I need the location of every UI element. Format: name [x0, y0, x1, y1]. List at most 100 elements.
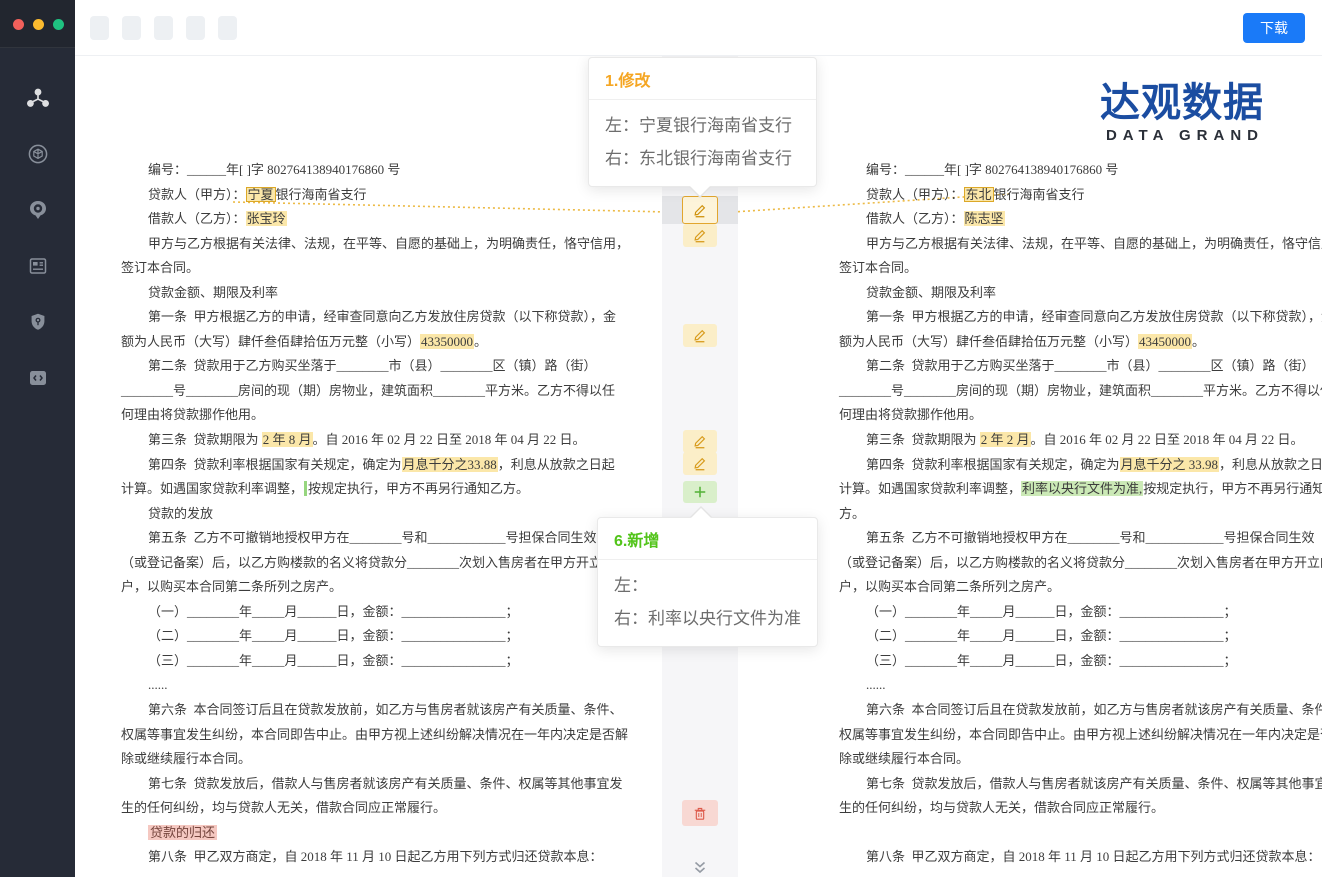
doc-line: 第四条 贷款利率根据国家有关规定，确定为月息千分之33.88，利息从放款之日起 — [121, 453, 591, 478]
toolbar-icon-placeholder[interactable] — [186, 16, 205, 40]
traffic-light-minimize-icon[interactable] — [33, 19, 44, 30]
doc-line: 第七条 贷款发放后，借款人与售房者就该房产有关质量、条件、权属等其他事宜发 — [121, 772, 591, 797]
doc-line: （三）________年_____月______日，金额：___________… — [839, 649, 1309, 674]
contract-right: 编号：______年[ ]字 802764138940176860 号贷款人（甲… — [839, 158, 1309, 870]
modified-text-highlight: 陈志坚 — [964, 211, 1005, 226]
doc-line: 何理由将贷款挪作他用。 — [121, 403, 591, 428]
deleted-text-highlight: 贷款的归还 — [148, 825, 217, 840]
doc-line: ________号________房间的现（期）房物业，建筑面积________… — [121, 379, 591, 404]
doc-line: 第五条 乙方不可撤销地授权甲方在________号和____________号担… — [121, 526, 591, 551]
doc-line: 第二条 贷款用于乙方购买坐落于________市（县）________区（镇）路… — [839, 354, 1309, 379]
sidebar-item-code-sdk[interactable] — [0, 350, 75, 406]
doc-line: 签订本合同。 — [839, 256, 1309, 281]
doc-line: 第三条 贷款期限为 2 年 2 月。自 2016 年 02 月 22 日至 20… — [839, 428, 1309, 453]
doc-line: 贷款金额、期限及利率 — [839, 281, 1309, 306]
doc-line: ...... — [839, 673, 1309, 698]
doc-line: 借款人（乙方）：陈志坚 — [839, 207, 1309, 232]
doc-line: 第一条 甲方根据乙方的申请，经审查同意向乙方发放住房贷款（以下称贷款），金 — [839, 305, 1309, 330]
doc-line: 除或继续履行本合同。 — [839, 747, 1309, 772]
doc-line: 贷款人（甲方）：东北银行海南省支行 — [839, 183, 1309, 208]
topbar: 下载 — [75, 0, 1322, 56]
code-sdk-icon — [26, 366, 50, 390]
doc-line: 生的任何纠纷，均与贷款人无关，借款合同应正常履行。 — [121, 796, 591, 821]
sidebar-item-camera-pin[interactable] — [0, 182, 75, 238]
doc-line: （一）________年_____月______日，金额：___________… — [839, 600, 1309, 625]
added-text-highlight: 利率以央行文件为准, — [1021, 481, 1143, 496]
scroll-more-icon[interactable] — [689, 858, 711, 876]
traffic-light-close-icon[interactable] — [13, 19, 24, 30]
edit-diff-marker[interactable] — [683, 224, 717, 247]
modified-text-highlight: 东北 — [964, 187, 994, 202]
toolbar-placeholders — [90, 16, 237, 40]
doc-line: 签订本合同。 — [121, 256, 591, 281]
contract-left: 编号：______年[ ]字 802764138940176860 号贷款人（甲… — [121, 158, 591, 870]
brand-logo-cn: 达观数据 — [1096, 82, 1268, 124]
add-tooltip: 6.新增 左： 右：利率以央行文件为准 — [597, 517, 818, 647]
traffic-light-zoom-icon[interactable] — [53, 19, 64, 30]
insert-caret-marker — [304, 481, 307, 496]
doc-line: 第六条 本合同签订后且在贷款发放前，如乙方与售房者就该房产有关质量、条件、 — [121, 698, 591, 723]
document-layout-icon — [26, 254, 50, 278]
modified-text-highlight: 张宝玲 — [246, 211, 287, 226]
doc-line: 方。 — [839, 502, 1309, 527]
sidebar-item-network-graph[interactable] — [0, 70, 75, 126]
doc-line: 贷款金额、期限及利率 — [121, 281, 591, 306]
doc-line: 贷款人（甲方）：宁夏银行海南省支行 — [121, 183, 591, 208]
delete-diff-marker[interactable] — [682, 800, 718, 826]
doc-line: 第一条 甲方根据乙方的申请，经审查同意向乙方发放住房贷款（以下称贷款），金 — [121, 305, 591, 330]
modified-text-highlight: 宁夏 — [246, 187, 276, 202]
doc-line: （一）________年_____月______日，金额：___________… — [121, 600, 591, 625]
toolbar-icon-placeholder[interactable] — [218, 16, 237, 40]
edit-diff-marker[interactable] — [683, 430, 717, 453]
edit-diff-marker[interactable] — [683, 452, 717, 475]
doc-line: （二）________年_____月______日，金额：___________… — [121, 624, 591, 649]
doc-line: 第八条 甲乙双方商定，自 2018 年 11 月 10 日起乙方用下列方式归还贷… — [839, 845, 1309, 870]
doc-line: （或登记备案）后，以乙方购楼款的名义将贷款分________次划入售房者在甲方开… — [121, 551, 591, 576]
modify-tooltip: 1.修改 左：宁夏银行海南省支行 右：东北银行海南省支行 — [588, 57, 817, 187]
toolbar-icon-placeholder[interactable] — [90, 16, 109, 40]
modified-text-highlight: 43450000 — [1138, 334, 1192, 349]
modified-text-highlight: 2 年 2 月 — [980, 432, 1031, 447]
doc-line: 除或继续履行本合同。 — [121, 747, 591, 772]
doc-line: 户，以购买本合同第二条所列之房产。 — [121, 575, 591, 600]
doc-line: 编号：______年[ ]字 802764138940176860 号 — [121, 158, 591, 183]
doc-line: 第二条 贷款用于乙方购买坐落于________市（县）________区（镇）路… — [121, 354, 591, 379]
doc-line: 借款人（乙方）：张宝玲 — [121, 207, 591, 232]
brand-logo: 达观数据 DATA GRAND — [1096, 82, 1268, 144]
doc-line: 贷款的归还 — [121, 821, 591, 846]
modified-text-highlight: 43350000 — [420, 334, 474, 349]
doc-line: 第五条 乙方不可撤销地授权甲方在________号和____________号担… — [839, 526, 1309, 551]
doc-line: 额为人民币（大写）肆仟叁佰肆拾伍万元整（小写）43450000。 — [839, 330, 1309, 355]
camera-pin-icon — [26, 198, 50, 222]
add-tooltip-title: 6.新增 — [598, 518, 817, 560]
doc-line: 户，以购买本合同第二条所列之房产。 — [839, 575, 1309, 600]
doc-line: ________号________房间的现（期）房物业，建筑面积________… — [839, 379, 1309, 404]
sidebar — [0, 0, 75, 877]
edit-diff-marker[interactable] — [683, 324, 717, 347]
doc-line: 生的任何纠纷，均与贷款人无关，借款合同应正常履行。 — [839, 796, 1309, 821]
modify-tooltip-title: 1.修改 — [589, 58, 816, 100]
sidebar-item-model-cube[interactable] — [0, 126, 75, 182]
doc-line: 第七条 贷款发放后，借款人与售房者就该房产有关质量、条件、权属等其他事宜发 — [839, 772, 1309, 797]
doc-line: 计算。如遇国家贷款利率调整，按规定执行，甲方不再另行通知乙方。 — [121, 477, 591, 502]
doc-line: （三）________年_____月______日，金额：___________… — [121, 649, 591, 674]
sidebar-item-shield-key[interactable] — [0, 294, 75, 350]
sidebar-item-document-layout[interactable] — [0, 238, 75, 294]
download-button[interactable]: 下载 — [1243, 13, 1305, 43]
doc-line: 编号：______年[ ]字 802764138940176860 号 — [839, 158, 1309, 183]
doc-line: （二）________年_____月______日，金额：___________… — [839, 624, 1309, 649]
doc-line: 第四条 贷款利率根据国家有关规定，确定为月息千分之 33.98，利息从放款之日起 — [839, 453, 1309, 478]
doc-line: 额为人民币（大写）肆仟叁佰肆拾伍万元整（小写）43350000。 — [121, 330, 591, 355]
doc-line: （或登记备案）后，以乙方购楼款的名义将贷款分________次划入售房者在甲方开… — [839, 551, 1309, 576]
modified-text-highlight: 月息千分之 33.98 — [1120, 457, 1220, 472]
doc-line: 何理由将贷款挪作他用。 — [839, 403, 1309, 428]
doc-line: 权属等事宜发生纠纷，本合同即告中止。由甲方视上述纠纷解决情况在一年内决定是否解 — [121, 723, 591, 748]
brand-logo-en: DATA GRAND — [1096, 127, 1268, 144]
shield-key-icon — [27, 311, 49, 333]
toolbar-icon-placeholder[interactable] — [122, 16, 141, 40]
doc-line: ...... — [121, 673, 591, 698]
toolbar-icon-placeholder[interactable] — [154, 16, 173, 40]
window-controls — [0, 0, 75, 48]
add-tooltip-left-row: 左： — [614, 569, 801, 602]
modified-text-highlight: 月息千分之33.88 — [402, 457, 498, 472]
